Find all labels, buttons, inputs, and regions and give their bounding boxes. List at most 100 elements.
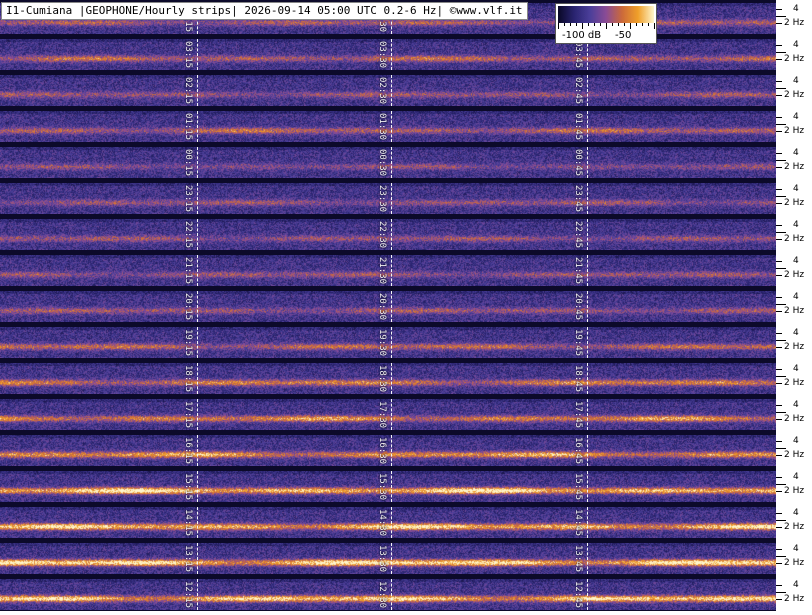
axis-label-4: 4 bbox=[793, 400, 799, 410]
axis-tick-4 bbox=[776, 9, 782, 10]
axis-label-4: 4 bbox=[793, 436, 799, 446]
axis-tick-2 bbox=[776, 275, 782, 276]
frequency-axis-unit: 4 2 Hz bbox=[776, 219, 812, 255]
axis-tick-mid bbox=[776, 304, 786, 305]
axis-label-4: 4 bbox=[793, 292, 799, 302]
axis-tick-mid bbox=[776, 592, 786, 593]
time-marker-line bbox=[391, 507, 392, 538]
time-marker-line bbox=[197, 363, 198, 394]
frequency-axis-unit: 4 2 Hz bbox=[776, 39, 812, 75]
time-marker-line bbox=[587, 183, 588, 214]
time-marker-line bbox=[587, 75, 588, 106]
time-marker-label: 19:30 bbox=[377, 329, 387, 357]
time-marker-line bbox=[197, 543, 198, 574]
time-marker-label: 03:45 bbox=[573, 41, 583, 69]
time-marker-label: 19:45 bbox=[573, 329, 583, 357]
axis-tick-4 bbox=[776, 117, 782, 118]
time-marker-line bbox=[587, 111, 588, 142]
frequency-axis-unit: 4 2 Hz bbox=[776, 399, 812, 435]
axis-tick-4 bbox=[776, 369, 782, 370]
colorbar-tick bbox=[594, 23, 595, 26]
time-marker-line bbox=[391, 75, 392, 106]
strip-spectrogram bbox=[0, 75, 776, 106]
axis-label-4: 4 bbox=[793, 508, 799, 518]
axis-tick-4 bbox=[776, 549, 782, 550]
time-marker-label: 16:15 bbox=[183, 437, 193, 465]
colorbar-tick bbox=[582, 23, 583, 29]
time-marker-label: 16:45 bbox=[573, 437, 583, 465]
axis-label-2hz: 2 Hz bbox=[784, 306, 805, 316]
axis-label-2hz: 2 Hz bbox=[784, 126, 805, 136]
time-marker-line bbox=[587, 363, 588, 394]
time-marker-label: 17:30 bbox=[377, 401, 387, 429]
colorbar-label-low: -100 dB bbox=[562, 30, 602, 41]
hourly-strip: 12:15 12:30 12:45 bbox=[0, 579, 776, 610]
frequency-axis: 4 2 Hz 4 2 Hz 4 2 Hz 4 2 Hz 4 2 Hz 4 2 Hz 4 2 Hz 4 2 Hz… bbox=[776, 0, 812, 611]
colorbar-tick bbox=[606, 23, 607, 29]
time-marker-line bbox=[197, 291, 198, 322]
hourly-strip: 18:15 18:30 18:45 bbox=[0, 363, 776, 394]
axis-tick-mid bbox=[776, 412, 786, 413]
axis-tick-2 bbox=[776, 527, 782, 528]
time-marker-line bbox=[587, 399, 588, 430]
time-marker-line bbox=[587, 327, 588, 358]
axis-tick-2 bbox=[776, 203, 782, 204]
axis-tick-2 bbox=[776, 59, 782, 60]
time-marker-line bbox=[391, 435, 392, 466]
frequency-axis-unit: 4 2 Hz bbox=[776, 579, 812, 615]
colorbar-ticks bbox=[558, 23, 655, 29]
strip-spectrogram bbox=[0, 471, 776, 502]
axis-tick-2 bbox=[776, 455, 782, 456]
axis-tick-4 bbox=[776, 441, 782, 442]
time-marker-line bbox=[197, 75, 198, 106]
time-marker-line bbox=[391, 111, 392, 142]
hourly-strip: 21:15 21:30 21:45 bbox=[0, 255, 776, 286]
frequency-axis-unit: 4 2 Hz bbox=[776, 183, 812, 219]
axis-tick-4 bbox=[776, 261, 782, 262]
time-marker-line bbox=[197, 39, 198, 70]
time-marker-line bbox=[197, 219, 198, 250]
time-marker-line bbox=[391, 39, 392, 70]
time-marker-label: 13:15 bbox=[183, 545, 193, 573]
axis-tick-4 bbox=[776, 81, 782, 82]
time-marker-label: 20:15 bbox=[183, 293, 193, 321]
strip-spectrogram bbox=[0, 147, 776, 178]
strip-spectrogram bbox=[0, 435, 776, 466]
frequency-axis-unit: 4 2 Hz bbox=[776, 291, 812, 327]
axis-tick-mid bbox=[776, 376, 786, 377]
axis-tick-2 bbox=[776, 491, 782, 492]
axis-tick-2 bbox=[776, 599, 782, 600]
axis-label-4: 4 bbox=[793, 4, 799, 14]
axis-label-2hz: 2 Hz bbox=[784, 270, 805, 280]
axis-tick-2 bbox=[776, 23, 782, 24]
time-marker-line bbox=[391, 579, 392, 610]
axis-tick-4 bbox=[776, 333, 782, 334]
colorbar-tick bbox=[576, 23, 577, 26]
strip-spectrogram bbox=[0, 255, 776, 286]
axis-label-2hz: 2 Hz bbox=[784, 198, 805, 208]
time-marker-label: 18:30 bbox=[377, 365, 387, 393]
axis-tick-mid bbox=[776, 520, 786, 521]
frequency-axis-unit: 4 2 Hz bbox=[776, 543, 812, 579]
time-marker-line bbox=[197, 579, 198, 610]
time-marker-label: 03:30 bbox=[377, 41, 387, 69]
colorbar-tick bbox=[612, 23, 613, 26]
frequency-axis-unit: 4 2 Hz bbox=[776, 435, 812, 471]
time-marker-label: 01:15 bbox=[183, 113, 193, 141]
axis-label-2hz: 2 Hz bbox=[784, 234, 805, 244]
time-marker-line bbox=[197, 147, 198, 178]
axis-tick-4 bbox=[776, 513, 782, 514]
time-marker-label: 17:45 bbox=[573, 401, 583, 429]
time-marker-label: 14:15 bbox=[183, 509, 193, 537]
colorbar-tick bbox=[630, 23, 631, 29]
time-marker-label: 13:45 bbox=[573, 545, 583, 573]
axis-label-4: 4 bbox=[793, 544, 799, 554]
time-marker-line bbox=[587, 147, 588, 178]
axis-label-2hz: 2 Hz bbox=[784, 162, 805, 172]
time-marker-label: 20:45 bbox=[573, 293, 583, 321]
frequency-axis-unit: 4 2 Hz bbox=[776, 75, 812, 111]
time-marker-label: 15:15 bbox=[183, 473, 193, 501]
chart-title: I1-Cumiana |GEOPHONE/Hourly strips| 2026… bbox=[1, 2, 528, 20]
hourly-strip: 14:15 14:30 14:45 bbox=[0, 507, 776, 538]
time-marker-line bbox=[391, 363, 392, 394]
